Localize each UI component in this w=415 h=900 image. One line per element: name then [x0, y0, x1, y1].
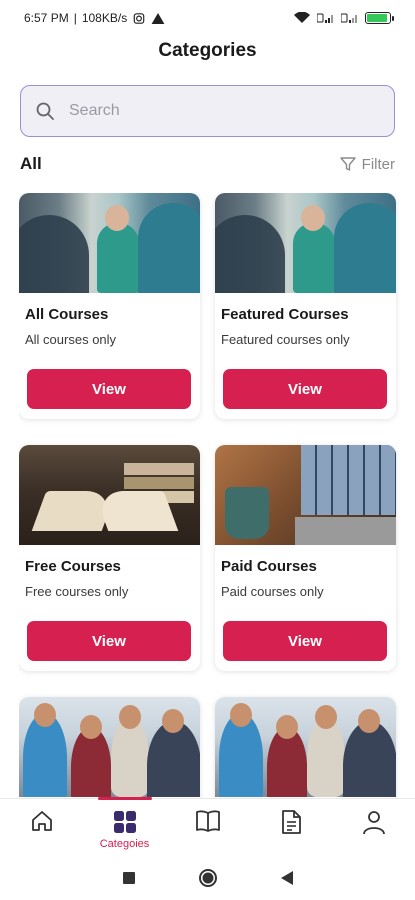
category-grid: All Courses All courses only View Featur…: [19, 193, 400, 798]
signal-1-icon: [317, 13, 333, 23]
profile-icon: [362, 811, 385, 835]
page-title: Categories: [158, 40, 257, 61]
home-icon: [31, 811, 52, 831]
book-icon: [195, 810, 220, 832]
filter-row: All Filter: [20, 152, 395, 176]
document-icon: [281, 810, 301, 834]
nav-categories[interactable]: Categoies: [95, 797, 155, 850]
status-divider: |: [73, 11, 77, 25]
status-time: 6:57 PM: [24, 11, 69, 25]
nav-categories-label: Categoies: [99, 838, 150, 850]
filter-icon: [339, 157, 356, 171]
search-input[interactable]: [69, 102, 369, 120]
group-laptop-photo: [19, 697, 200, 797]
laptop-video-call-photo: [215, 445, 396, 545]
view-button[interactable]: View: [223, 621, 387, 661]
card-title: Featured Courses: [221, 306, 349, 323]
network-speed: 108KB/s: [81, 11, 128, 25]
card-subtitle: All courses only: [25, 332, 117, 347]
search-bar[interactable]: [20, 85, 395, 137]
back-icon[interactable]: [280, 870, 294, 886]
signal-2-icon: [341, 13, 357, 23]
category-card: All Courses All courses only View: [19, 193, 200, 419]
all-label: All: [20, 154, 42, 173]
battery-fill: [367, 14, 387, 22]
recents-icon[interactable]: [122, 871, 136, 885]
wifi-icon: [294, 12, 310, 23]
open-book-photo: [19, 445, 200, 545]
card-title: Free Courses: [25, 558, 121, 575]
filter-button[interactable]: Filter: [339, 155, 395, 173]
filter-label: Filter: [361, 155, 395, 173]
search-icon: [36, 102, 54, 120]
view-button[interactable]: View: [27, 369, 191, 409]
card-subtitle: Paid courses only: [221, 584, 324, 599]
category-card: Free Courses Free courses only View: [19, 445, 200, 671]
instagram-icon: [133, 12, 145, 24]
medical-team-photo: [19, 193, 200, 293]
category-card: Paid Courses Paid courses only View: [215, 445, 396, 671]
medical-team-photo: [215, 193, 396, 293]
view-button[interactable]: View: [27, 621, 191, 661]
grid-icon: [113, 811, 136, 833]
status-bar: 6:57 PM | 108KB/s: [0, 0, 415, 36]
card-subtitle: Free courses only: [25, 584, 129, 599]
nav-home[interactable]: [12, 809, 72, 833]
card-title: Paid Courses: [221, 558, 317, 575]
nav-documents[interactable]: [261, 809, 321, 835]
card-title: All Courses: [25, 306, 109, 323]
category-card: Featured Courses Featured courses only V…: [215, 193, 396, 419]
category-card: [19, 697, 200, 798]
group-laptop-photo: [215, 697, 396, 797]
home-button-icon[interactable]: [198, 868, 218, 888]
battery-icon: [365, 12, 394, 24]
card-subtitle: Featured courses only: [221, 332, 350, 347]
nav-profile[interactable]: [344, 809, 404, 835]
nav-courses[interactable]: [178, 809, 238, 833]
view-button[interactable]: View: [223, 369, 387, 409]
category-card: [215, 697, 396, 798]
system-nav-bar: [0, 856, 415, 900]
bottom-nav: Categoies: [0, 797, 415, 856]
warning-icon: [151, 12, 165, 24]
